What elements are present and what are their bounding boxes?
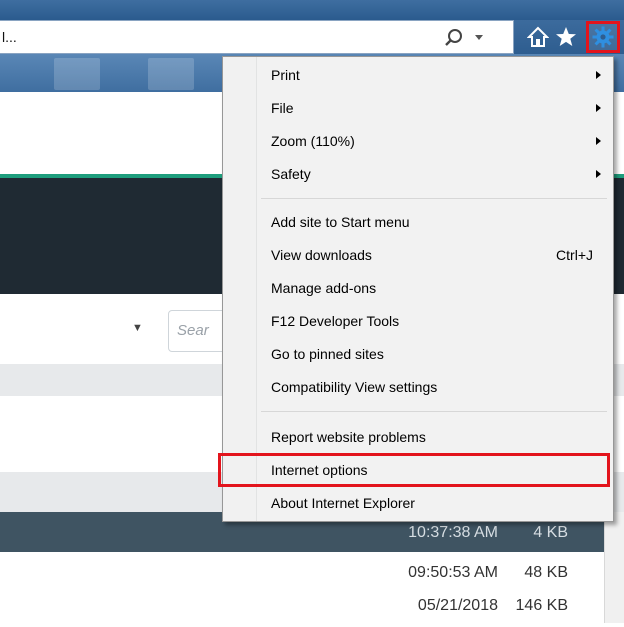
menu-item-label: Zoom (110%) [271, 133, 355, 149]
submenu-arrow-icon [596, 170, 601, 178]
menu-icon-gutter [223, 57, 257, 521]
taskbar-thumbnail [148, 58, 194, 90]
menu-item-label: About Internet Explorer [271, 495, 415, 511]
row-time: 05/21/2018 [417, 597, 498, 614]
menu-item-label: Print [271, 67, 300, 83]
menu-item-f12-developer-tools[interactable]: F12 Developer Tools [259, 307, 609, 335]
row-size: 146 KB [515, 597, 568, 614]
menu-item-go-to-pinned-sites[interactable]: Go to pinned sites [259, 340, 609, 368]
menu-item-about-internet-explorer[interactable]: About Internet Explorer [259, 489, 609, 517]
menu-item-print[interactable]: Print [259, 61, 609, 89]
star-icon[interactable] [555, 26, 577, 48]
search-placeholder: Sear [177, 322, 209, 339]
menu-item-label: File [271, 100, 294, 116]
menu-item-add-site-to-start[interactable]: Add site to Start menu [259, 208, 609, 236]
menu-item-view-downloads[interactable]: View downloads Ctrl+J [259, 241, 609, 269]
menu-item-label: F12 Developer Tools [271, 313, 400, 329]
browser-frame-top [0, 0, 624, 20]
submenu-arrow-icon [596, 71, 601, 79]
home-icon[interactable] [527, 26, 549, 48]
address-text: l... [2, 29, 17, 45]
menu-separator [261, 198, 607, 199]
menu-item-label: Add site to Start menu [271, 214, 410, 230]
row-time: 09:50:53 AM [408, 564, 498, 581]
address-bar[interactable]: l... [0, 20, 514, 54]
menu-separator [261, 411, 607, 412]
internet-options-highlight [218, 453, 610, 487]
table-row[interactable]: 09:50:53 AM 48 KB [0, 558, 604, 594]
menu-item-label: View downloads [271, 247, 372, 263]
menu-item-report-website-problems[interactable]: Report website problems [259, 423, 609, 451]
menu-item-compatibility-view-settings[interactable]: Compatibility View settings [259, 373, 609, 401]
menu-item-file[interactable]: File [259, 94, 609, 122]
menu-item-safety[interactable]: Safety [259, 160, 609, 188]
menu-item-label: Go to pinned sites [271, 346, 384, 362]
scrollbar-track[interactable] [604, 512, 624, 623]
row-size: 48 KB [524, 564, 568, 581]
menu-item-label: Report website problems [271, 429, 426, 445]
menu-item-label: Compatibility View settings [271, 379, 438, 395]
menu-item-label: Manage add-ons [271, 280, 377, 296]
filter-dropdown-caret[interactable]: ▼ [132, 322, 143, 334]
row-time: 10:37:38 AM [408, 524, 498, 541]
search-icon[interactable] [442, 27, 468, 49]
submenu-arrow-icon [596, 137, 601, 145]
menu-item-label: Safety [271, 166, 311, 182]
gear-icon[interactable] [592, 26, 614, 48]
chevron-down-icon[interactable] [474, 32, 484, 42]
submenu-arrow-icon [596, 104, 601, 112]
row-size: 4 KB [533, 524, 568, 541]
menu-item-manage-add-ons[interactable]: Manage add-ons [259, 274, 609, 302]
table-row[interactable]: 05/21/2018 146 KB [0, 591, 604, 627]
taskbar-thumbnail [54, 58, 100, 90]
menu-item-zoom[interactable]: Zoom (110%) [259, 127, 609, 155]
menu-item-shortcut: Ctrl+J [556, 247, 593, 263]
